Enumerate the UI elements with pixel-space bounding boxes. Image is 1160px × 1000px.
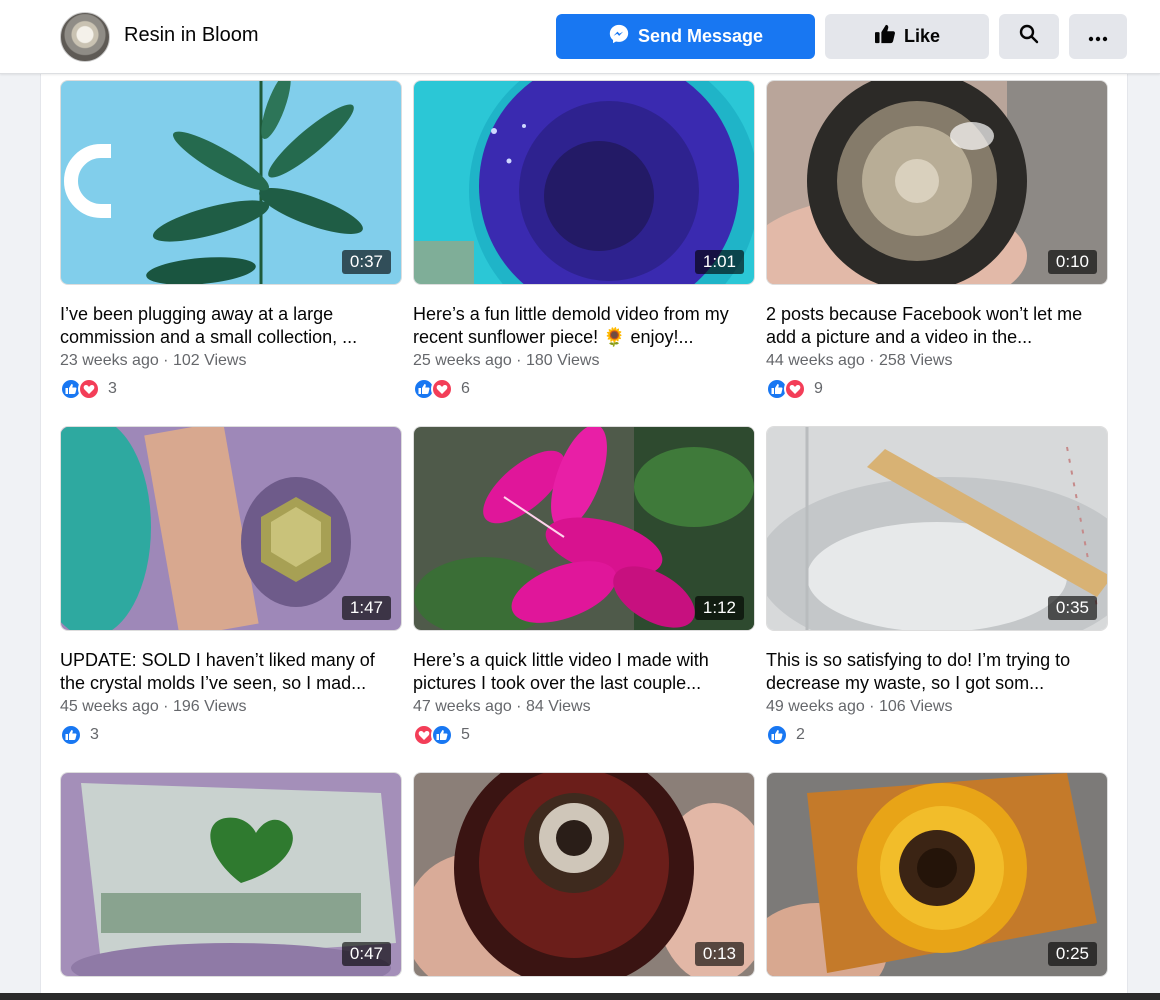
video-meta: 45 weeks ago · 196 Views: [60, 698, 247, 715]
more-dots-icon: [1088, 26, 1108, 47]
like-reaction-icon: [766, 724, 788, 746]
like-page-button[interactable]: Like: [825, 14, 989, 59]
video-card[interactable]: 1:12 Here’s a quick little video I made …: [413, 426, 755, 747]
video-card[interactable]: 0:47: [60, 772, 402, 977]
search-button[interactable]: [999, 14, 1059, 59]
video-meta: 25 weeks ago · 180 Views: [413, 352, 600, 369]
video-caption[interactable]: Here’s a fun little demold video from my…: [413, 303, 755, 349]
love-reaction-icon: [784, 378, 806, 400]
like-reaction-icon: [431, 724, 453, 746]
video-caption[interactable]: This is so satisfying to do! I’m trying …: [766, 649, 1108, 695]
video-views: 102 Views: [172, 352, 247, 369]
reaction-count: 5: [461, 726, 470, 743]
thumbs-up-icon: [874, 24, 896, 49]
video-views: 84 Views: [525, 698, 591, 715]
search-icon: [1019, 24, 1039, 49]
video-meta: 49 weeks ago · 106 Views: [766, 698, 953, 715]
reaction-summary[interactable]: 3: [60, 377, 402, 401]
video-card[interactable]: 0:13: [413, 772, 755, 977]
video-caption[interactable]: I’ve been plugging away at a large commi…: [60, 303, 402, 349]
video-thumbnail[interactable]: 1:47: [60, 426, 402, 631]
more-options-button[interactable]: [1069, 14, 1127, 59]
messenger-icon: [608, 23, 630, 50]
reaction-count: 6: [461, 380, 470, 397]
love-reaction-icon: [78, 378, 100, 400]
page-title[interactable]: Resin in Bloom: [124, 24, 259, 47]
video-thumbnail[interactable]: 1:01: [413, 80, 755, 285]
video-caption[interactable]: 2 posts because Facebook won’t let me ad…: [766, 303, 1108, 349]
video-card[interactable]: 1:47 UPDATE: SOLD I haven’t liked many o…: [60, 426, 402, 747]
video-duration: 0:35: [1047, 596, 1097, 620]
video-thumbnail[interactable]: 0:35: [766, 426, 1108, 631]
video-duration: 1:12: [694, 596, 744, 620]
reaction-count: 3: [108, 380, 117, 397]
video-card[interactable]: 1:01 Here’s a fun little demold video fr…: [413, 80, 755, 401]
video-card[interactable]: 0:10 2 posts because Facebook won’t let …: [766, 80, 1108, 401]
video-thumbnail[interactable]: 0:10: [766, 80, 1108, 285]
video-age: 25 weeks ago: [413, 352, 512, 369]
send-message-label: Send Message: [637, 26, 764, 46]
video-meta: 44 weeks ago · 258 Views: [766, 352, 953, 369]
video-meta: 47 weeks ago · 84 Views: [413, 698, 591, 715]
send-message-button[interactable]: Send Message: [556, 14, 815, 59]
video-duration: 1:01: [694, 250, 744, 274]
video-views: 196 Views: [172, 698, 247, 715]
video-duration: 0:25: [1047, 942, 1097, 966]
video-caption[interactable]: UPDATE: SOLD I haven’t liked many of the…: [60, 649, 402, 695]
video-age: 47 weeks ago: [413, 698, 512, 715]
video-age: 44 weeks ago: [766, 352, 865, 369]
reaction-summary[interactable]: 5: [413, 723, 755, 747]
like-reaction-icon: [60, 724, 82, 746]
reaction-summary[interactable]: 3: [60, 723, 402, 747]
video-card[interactable]: 0:25: [766, 772, 1108, 977]
video-views: 106 Views: [878, 698, 953, 715]
video-views: 258 Views: [878, 352, 953, 369]
reaction-count: 9: [814, 380, 823, 397]
window-edge: [0, 993, 1160, 1000]
video-thumbnail[interactable]: 0:37: [60, 80, 402, 285]
page-header: Resin in Bloom Send Message Like: [0, 0, 1160, 74]
reaction-summary[interactable]: 6: [413, 377, 755, 401]
video-card[interactable]: 0:35 This is so satisfying to do! I’m tr…: [766, 426, 1108, 747]
love-reaction-icon: [431, 378, 453, 400]
video-thumbnail[interactable]: 0:25: [766, 772, 1108, 977]
reaction-count: 2: [796, 726, 805, 743]
video-thumbnail[interactable]: 1:12: [413, 426, 755, 631]
video-caption[interactable]: Here’s a quick little video I made with …: [413, 649, 755, 695]
video-duration: 0:47: [341, 942, 391, 966]
reaction-summary[interactable]: 9: [766, 377, 1108, 401]
video-card[interactable]: 0:37 I’ve been plugging away at a large …: [60, 80, 402, 401]
video-duration: 0:10: [1047, 250, 1097, 274]
video-thumbnail[interactable]: 0:13: [413, 772, 755, 977]
video-meta: 23 weeks ago · 102 Views: [60, 352, 247, 369]
like-label: Like: [903, 26, 941, 46]
video-thumbnail[interactable]: 0:47: [60, 772, 402, 977]
video-duration: 1:47: [341, 596, 391, 620]
reaction-count: 3: [90, 726, 99, 743]
video-views: 180 Views: [525, 352, 600, 369]
video-duration: 0:13: [694, 942, 744, 966]
video-age: 45 weeks ago: [60, 698, 159, 715]
video-age: 49 weeks ago: [766, 698, 865, 715]
page-avatar[interactable]: [60, 12, 110, 62]
reaction-summary[interactable]: 2: [766, 723, 1108, 747]
video-duration: 0:37: [341, 250, 391, 274]
video-age: 23 weeks ago: [60, 352, 159, 369]
